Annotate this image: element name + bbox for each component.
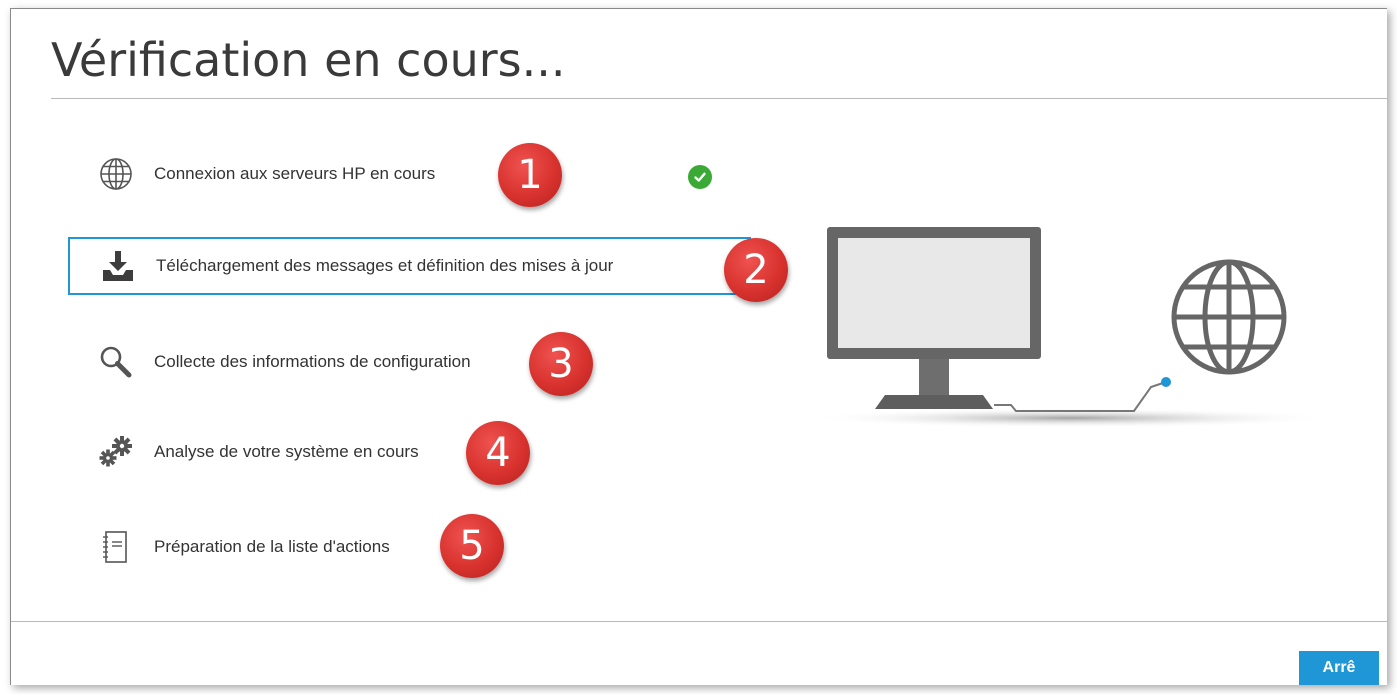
step-number-badge: 1: [498, 143, 562, 207]
step-label: Analyse de votre système en cours: [154, 442, 419, 461]
dialog-title: Vérification en cours...: [51, 33, 566, 87]
step-collect: Collecte des informations de configurati…: [68, 333, 751, 391]
stop-button[interactable]: Arrê: [1299, 651, 1379, 685]
step-connect: Connexion aux serveurs HP en cours: [68, 145, 751, 203]
step-analyze: Analyse de votre système en cours: [68, 423, 751, 481]
step-number-badge: 2: [724, 238, 788, 302]
globe-icon: [96, 154, 136, 194]
computer-network-illustration: [811, 227, 1336, 428]
step-label: Préparation de la liste d'actions: [154, 537, 390, 556]
step-download: Téléchargement des messages et définitio…: [68, 237, 751, 295]
step-label: Téléchargement des messages et définitio…: [156, 256, 614, 275]
step-prepare: Préparation de la liste d'actions: [68, 518, 751, 576]
step-label: Collecte des informations de configurati…: [154, 352, 471, 371]
footer-divider: [11, 621, 1387, 622]
gears-icon: [96, 432, 136, 472]
step-number-badge: 3: [529, 332, 593, 396]
magnifier-icon: [96, 342, 136, 382]
check-icon: [688, 165, 712, 189]
step-number-badge: 5: [440, 514, 504, 578]
step-label: Connexion aux serveurs HP en cours: [154, 164, 436, 183]
step-number-badge: 4: [466, 421, 530, 485]
download-icon: [98, 246, 138, 286]
dialog-window: Vérification en cours... Connexion aux s…: [10, 8, 1387, 685]
notebook-icon: [96, 527, 136, 567]
title-divider: [51, 98, 1387, 99]
